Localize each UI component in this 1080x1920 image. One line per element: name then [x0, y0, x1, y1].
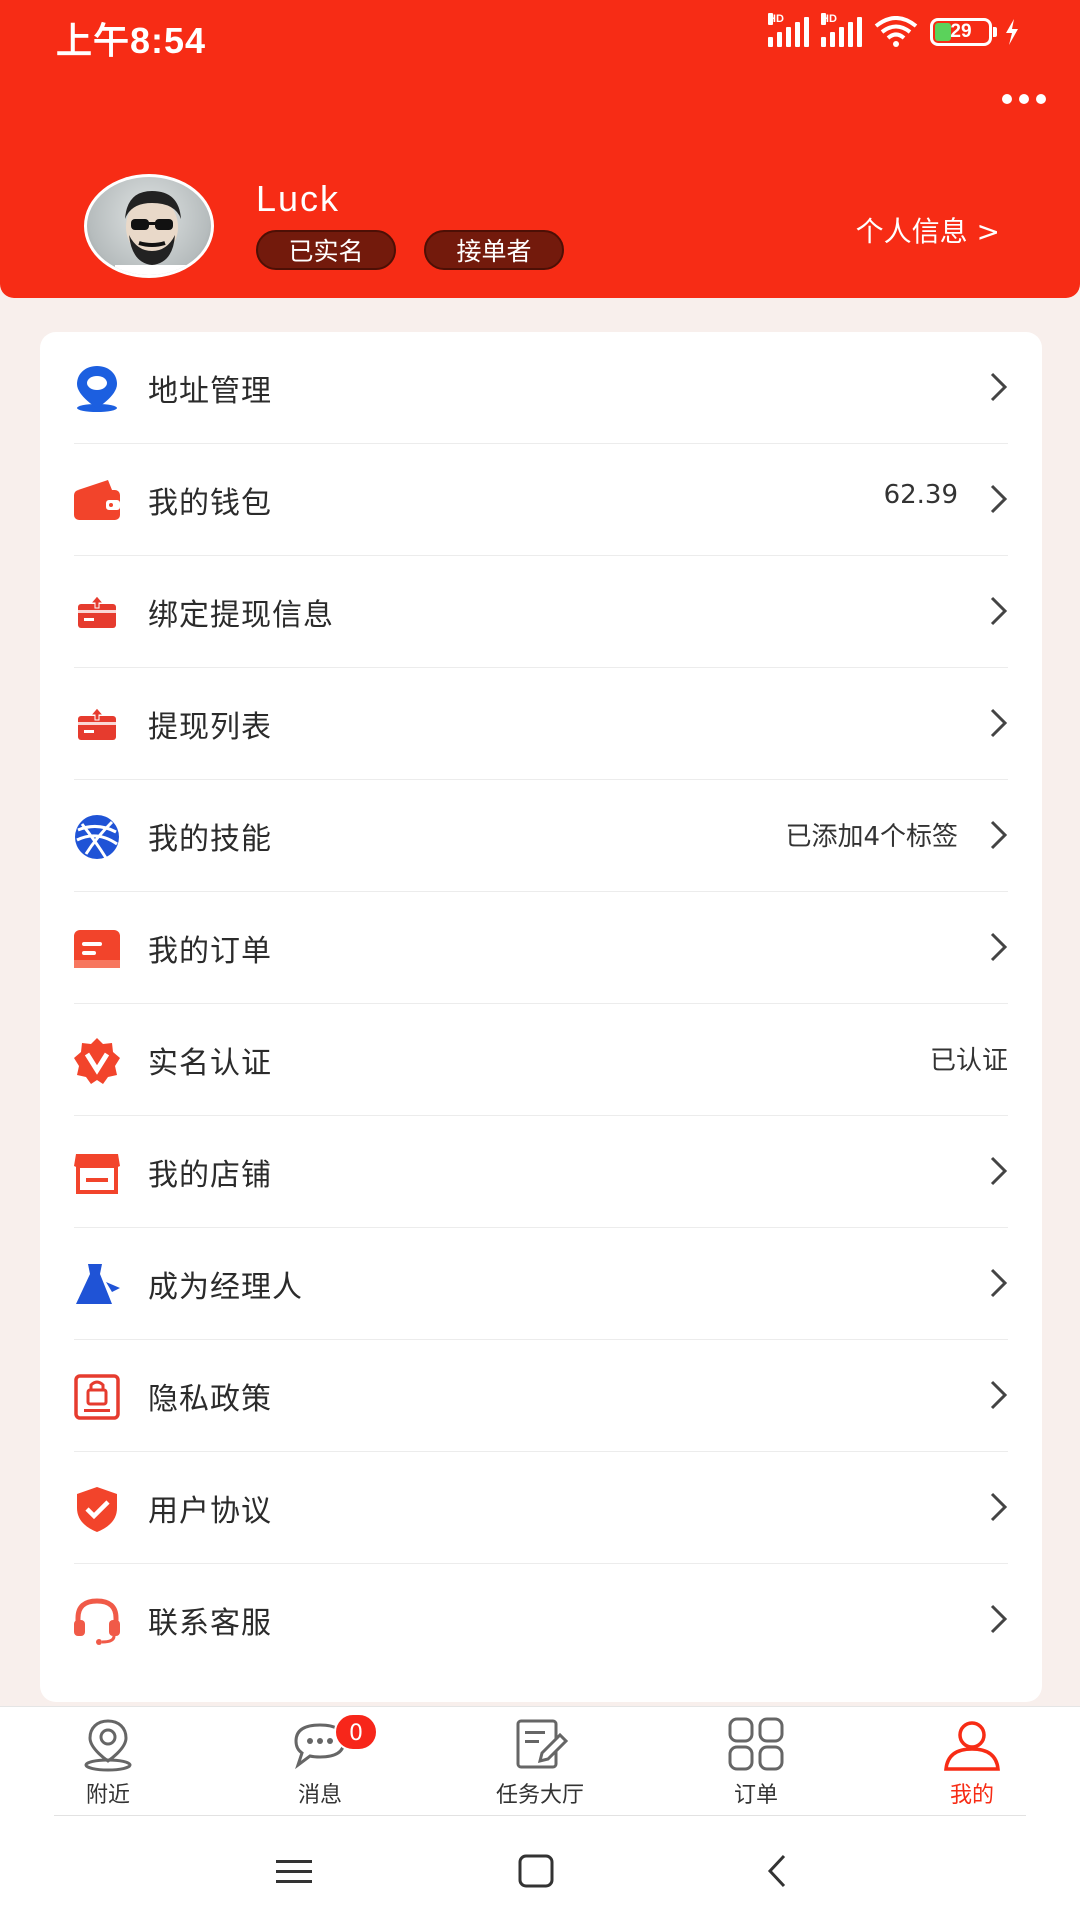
withdraw-list-icon: [78, 707, 116, 740]
menu-label: 我的技能: [148, 822, 272, 857]
shield-check-icon: [77, 1487, 117, 1532]
withdraw-box-icon: [78, 595, 116, 628]
menu-item-real-name[interactable]: 实名认证 已认证: [40, 1004, 1042, 1116]
back-icon[interactable]: [748, 1846, 808, 1896]
signal-icon: HD: [821, 13, 862, 47]
chevron-right-icon: [990, 1604, 1008, 1634]
wifi-icon: [874, 16, 918, 47]
chevron-right-icon: [990, 1156, 1008, 1186]
skill-ball-icon: [75, 815, 119, 859]
tab-label: 订单: [733, 1783, 778, 1808]
chevron-right-icon: [990, 372, 1008, 402]
menu-label: 我的订单: [148, 934, 272, 969]
home-icon[interactable]: [506, 1846, 566, 1896]
menu-item-skills[interactable]: 我的技能 已添加4个标签: [40, 780, 1042, 892]
nearby-pin-icon: [84, 1719, 132, 1772]
menu-label: 我的店铺: [148, 1158, 272, 1193]
chevron-right-icon: [990, 1492, 1008, 1522]
menu-item-address[interactable]: 地址管理: [40, 332, 1042, 444]
username: Luck: [256, 178, 341, 219]
menu-item-become-manager[interactable]: 成为经理人: [40, 1228, 1042, 1340]
menu-label: 地址管理: [148, 374, 272, 409]
menu-label: 绑定提现信息: [148, 598, 334, 633]
menu-item-bind-withdraw[interactable]: 绑定提现信息: [40, 556, 1042, 668]
menu-icon[interactable]: [264, 1846, 324, 1896]
verified-badge-icon: [74, 1038, 120, 1084]
wallet-icon: [74, 480, 120, 520]
tab-label: 附近: [85, 1783, 130, 1808]
battery-icon: 29: [930, 18, 997, 46]
menu-label: 提现列表: [148, 710, 272, 745]
skills-count: 已添加4个标签: [785, 822, 958, 852]
privacy-lock-icon: [74, 1374, 120, 1420]
grid-icon: [728, 1717, 784, 1771]
personal-info-link[interactable]: 个人信息 >: [856, 210, 1000, 250]
menu-label: 联系客服: [148, 1606, 272, 1641]
menu-item-orders[interactable]: 我的订单: [40, 892, 1042, 1004]
menu-item-privacy[interactable]: 隐私政策: [40, 1340, 1042, 1452]
status-bar: 上午8:54 HD HD 29: [0, 0, 1080, 66]
menu-item-customer-service[interactable]: 联系客服: [40, 1564, 1042, 1676]
menu-item-wallet[interactable]: 我的钱包 62.39: [40, 444, 1042, 556]
menu-label: 实名认证: [148, 1046, 272, 1081]
verification-status: 已认证: [929, 1046, 1008, 1076]
order-card-icon: [74, 930, 120, 968]
chevron-right-icon: [990, 484, 1008, 514]
role-tag: 接单者: [424, 230, 564, 270]
tab-nearby[interactable]: 附近: [28, 1707, 188, 1817]
chevron-right-icon: [990, 1380, 1008, 1410]
chevron-right-icon: [990, 932, 1008, 962]
status-time: 上午8:54: [56, 20, 207, 61]
menu-label: 成为经理人: [148, 1270, 303, 1305]
person-icon: [944, 1721, 1000, 1771]
menu-card: 地址管理 我的钱包 62.39 绑定提现信息 提现列表 我的技能 已添加4个标签…: [40, 332, 1042, 1702]
tab-messages[interactable]: 0 消息: [240, 1707, 400, 1817]
tab-label: 我的: [949, 1783, 994, 1808]
chevron-right-icon: [990, 708, 1008, 738]
menu-label: 我的钱包: [148, 486, 272, 521]
task-edit-icon: [516, 1719, 569, 1769]
chevron-right-icon: [990, 596, 1008, 626]
manager-tie-icon: [76, 1264, 120, 1304]
tab-orders[interactable]: 订单: [676, 1707, 836, 1817]
tab-mine[interactable]: 我的: [892, 1707, 1052, 1817]
tab-label: 任务大厅: [495, 1783, 584, 1808]
verified-tag: 已实名: [256, 230, 396, 270]
avatar[interactable]: [84, 174, 214, 278]
menu-item-shop[interactable]: 我的店铺: [40, 1116, 1042, 1228]
shop-icon: [74, 1154, 120, 1194]
menu-item-user-agreement[interactable]: 用户协议: [40, 1452, 1042, 1564]
chevron-right-icon: [990, 1268, 1008, 1298]
headset-icon: [74, 1598, 120, 1645]
status-icons: HD HD 29: [768, 13, 1020, 48]
menu-label: 用户协议: [148, 1494, 272, 1529]
network-type-label: HD: [821, 13, 837, 25]
chevron-right-icon: [990, 820, 1008, 850]
charging-icon: [1006, 19, 1018, 45]
tab-label: 消息: [297, 1783, 342, 1808]
menu-label: 隐私政策: [148, 1382, 272, 1417]
system-navigation-bar: [0, 1816, 1080, 1920]
bottom-tab-bar: 附近 0 消息 任务大厅 订单 我的: [0, 1706, 1080, 1816]
profile-header: 上午8:54 HD HD 29 Luck 已实名 接单者 个人信息 >: [0, 0, 1080, 298]
more-options-icon[interactable]: [1002, 94, 1046, 104]
wallet-balance: 62.39: [883, 480, 958, 510]
menu-item-withdraw-list[interactable]: 提现列表: [40, 668, 1042, 780]
tab-task-hall[interactable]: 任务大厅: [460, 1707, 620, 1817]
network-type-label: HD: [768, 13, 784, 25]
signal-icon: HD: [768, 13, 809, 47]
location-pin-icon: [77, 366, 117, 412]
unread-badge: 0: [334, 1713, 378, 1751]
